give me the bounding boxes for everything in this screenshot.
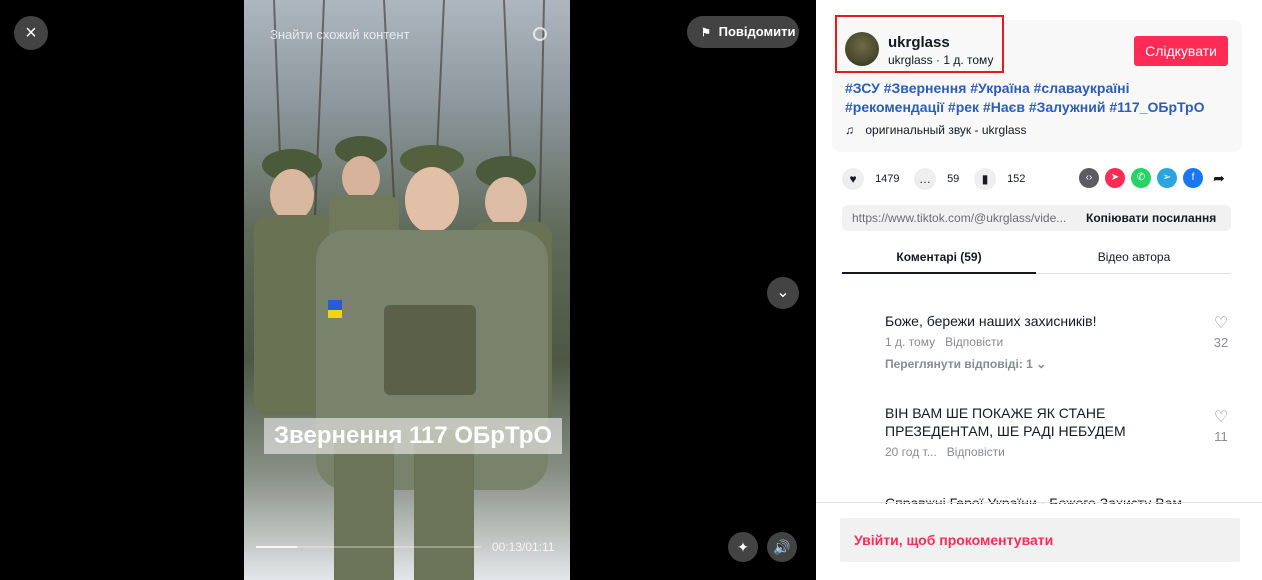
app-root: Знайти схожий контент Звернення 117 ОБрТ… <box>0 0 1262 580</box>
sound-link[interactable]: ♫ оригинальный звук - ukrglass <box>845 123 1027 137</box>
panel-tabs: Коментарі (59) Відео автора <box>842 242 1231 274</box>
flag-icon: ⚑ <box>701 27 711 39</box>
video-player: Знайти схожий контент Звернення 117 ОБрТ… <box>0 0 816 580</box>
heart-outline-icon: ♡ <box>1213 409 1229 426</box>
close-icon: × <box>25 22 37 44</box>
comment-like-count: 11 <box>1214 429 1228 444</box>
search-icon[interactable] <box>533 27 547 41</box>
close-button[interactable]: × <box>14 16 48 50</box>
heart-icon: ♥ <box>842 168 864 190</box>
code-icon: ‹› <box>1085 172 1093 183</box>
side-panel: ukrglass ukrglass · 1 д. тому Слідкувати… <box>816 0 1262 580</box>
comment-item: Боже, бережи наших захисників! 1 д. тому… <box>885 312 1215 371</box>
share-arrow-icon: ➦ <box>1213 170 1225 186</box>
telegram-icon: ➢ <box>1162 172 1172 183</box>
comment-count: 59 <box>947 173 960 185</box>
comment-like-button[interactable]: ♡ 32 <box>1212 313 1230 350</box>
comment-icon: … <box>914 168 936 190</box>
reply-link[interactable]: Відповісти <box>947 445 1005 459</box>
comment-meta: 1 д. тому Відповісти <box>885 335 1215 349</box>
embed-button[interactable]: ‹› <box>1079 168 1099 188</box>
reply-link[interactable]: Відповісти <box>945 335 1003 349</box>
more-share-button[interactable]: ➦ <box>1209 168 1229 188</box>
facebook-button[interactable]: f <box>1183 168 1203 188</box>
sound-label: оригинальный звук - ukrglass <box>865 123 1027 137</box>
comment-text: Боже, бережи наших захисників! <box>885 313 1097 329</box>
video-caption-overlay: Звернення 117 ОБрТрО <box>264 418 563 454</box>
follow-button[interactable]: Слідкувати <box>1134 36 1228 66</box>
copy-link-button[interactable]: Копіювати посилання <box>1086 211 1216 225</box>
send-button[interactable]: ➤ <box>1105 168 1125 188</box>
volume-button[interactable]: 🔊 <box>767 532 797 562</box>
comment-item: ВІН ВАМ ШЕ ПОКАЖЕ ЯК СТАНЕ ПРЕЗЕДЕНТАМ, … <box>885 404 1215 459</box>
video-frame[interactable] <box>244 0 570 580</box>
comment-button[interactable]: … 59 <box>914 168 959 190</box>
report-label: Повідомити <box>718 24 796 39</box>
whatsapp-icon: ✆ <box>1136 172 1146 183</box>
active-tab-indicator <box>842 272 1036 274</box>
heart-outline-icon: ♡ <box>1213 315 1229 332</box>
comment-text: ВІН ВАМ ШЕ ПОКАЖЕ ЯК СТАНЕ ПРЕЗЕДЕНТАМ, … <box>885 405 1126 439</box>
view-replies-button[interactable]: Переглянути відповіді: 1 ⌄ <box>885 357 1215 371</box>
video-progress-bar[interactable] <box>256 546 481 548</box>
search-similar-input[interactable]: Знайти схожий контент <box>270 22 555 48</box>
effects-button[interactable]: ✦ <box>728 532 758 562</box>
search-similar-placeholder: Знайти схожий контент <box>270 27 410 42</box>
music-note-icon: ♫ <box>845 123 854 137</box>
facebook-icon: f <box>1191 172 1195 183</box>
comment-time: 20 год т... <box>885 445 937 459</box>
video-url: https://www.tiktok.com/@ukrglass/vide... <box>852 211 1067 225</box>
copy-link-row: https://www.tiktok.com/@ukrglass/vide...… <box>842 205 1231 231</box>
tab-author-videos[interactable]: Відео автора <box>1037 250 1231 264</box>
video-progress-fill <box>256 546 297 548</box>
comment-meta: 20 год т... Відповісти <box>885 445 1215 459</box>
save-button[interactable]: ▮ 152 <box>974 168 1025 190</box>
login-to-comment-button[interactable]: Увійти, щоб прокоментувати <box>840 518 1240 562</box>
avatar[interactable] <box>845 32 879 66</box>
video-hashtags[interactable]: #ЗСУ #Звернення #Україна #славаукраїні #… <box>845 79 1225 117</box>
speaker-icon: 🔊 <box>773 539 791 555</box>
author-subline: ukrglass · 1 д. тому <box>888 53 994 67</box>
chevron-down-icon: ⌄ <box>776 284 790 301</box>
video-scene <box>254 0 552 580</box>
tab-comments[interactable]: Коментарі (59) <box>842 250 1036 264</box>
bookmark-icon: ▮ <box>974 168 996 190</box>
telegram-button[interactable]: ➢ <box>1157 168 1177 188</box>
whatsapp-button[interactable]: ✆ <box>1131 168 1151 188</box>
like-button[interactable]: ♥ 1479 <box>842 168 900 190</box>
divider <box>816 502 1262 503</box>
comment-time: 1 д. тому <box>885 335 936 349</box>
save-count: 152 <box>1007 173 1026 185</box>
report-button[interactable]: ⚑ Повідомити <box>687 16 799 48</box>
effects-icon: ✦ <box>737 539 749 555</box>
video-time: 00:13/01:11 <box>492 540 555 554</box>
paper-plane-icon: ➤ <box>1110 172 1120 183</box>
next-video-button[interactable]: ⌄ <box>767 277 799 309</box>
author-username[interactable]: ukrglass <box>888 34 950 51</box>
like-count: 1479 <box>875 173 900 185</box>
comment-like-button[interactable]: ♡ 11 <box>1212 407 1230 444</box>
chevron-down-icon: ⌄ <box>1036 357 1047 371</box>
view-replies-label: Переглянути відповіді: 1 <box>885 357 1033 371</box>
comment-like-count: 32 <box>1213 335 1229 350</box>
